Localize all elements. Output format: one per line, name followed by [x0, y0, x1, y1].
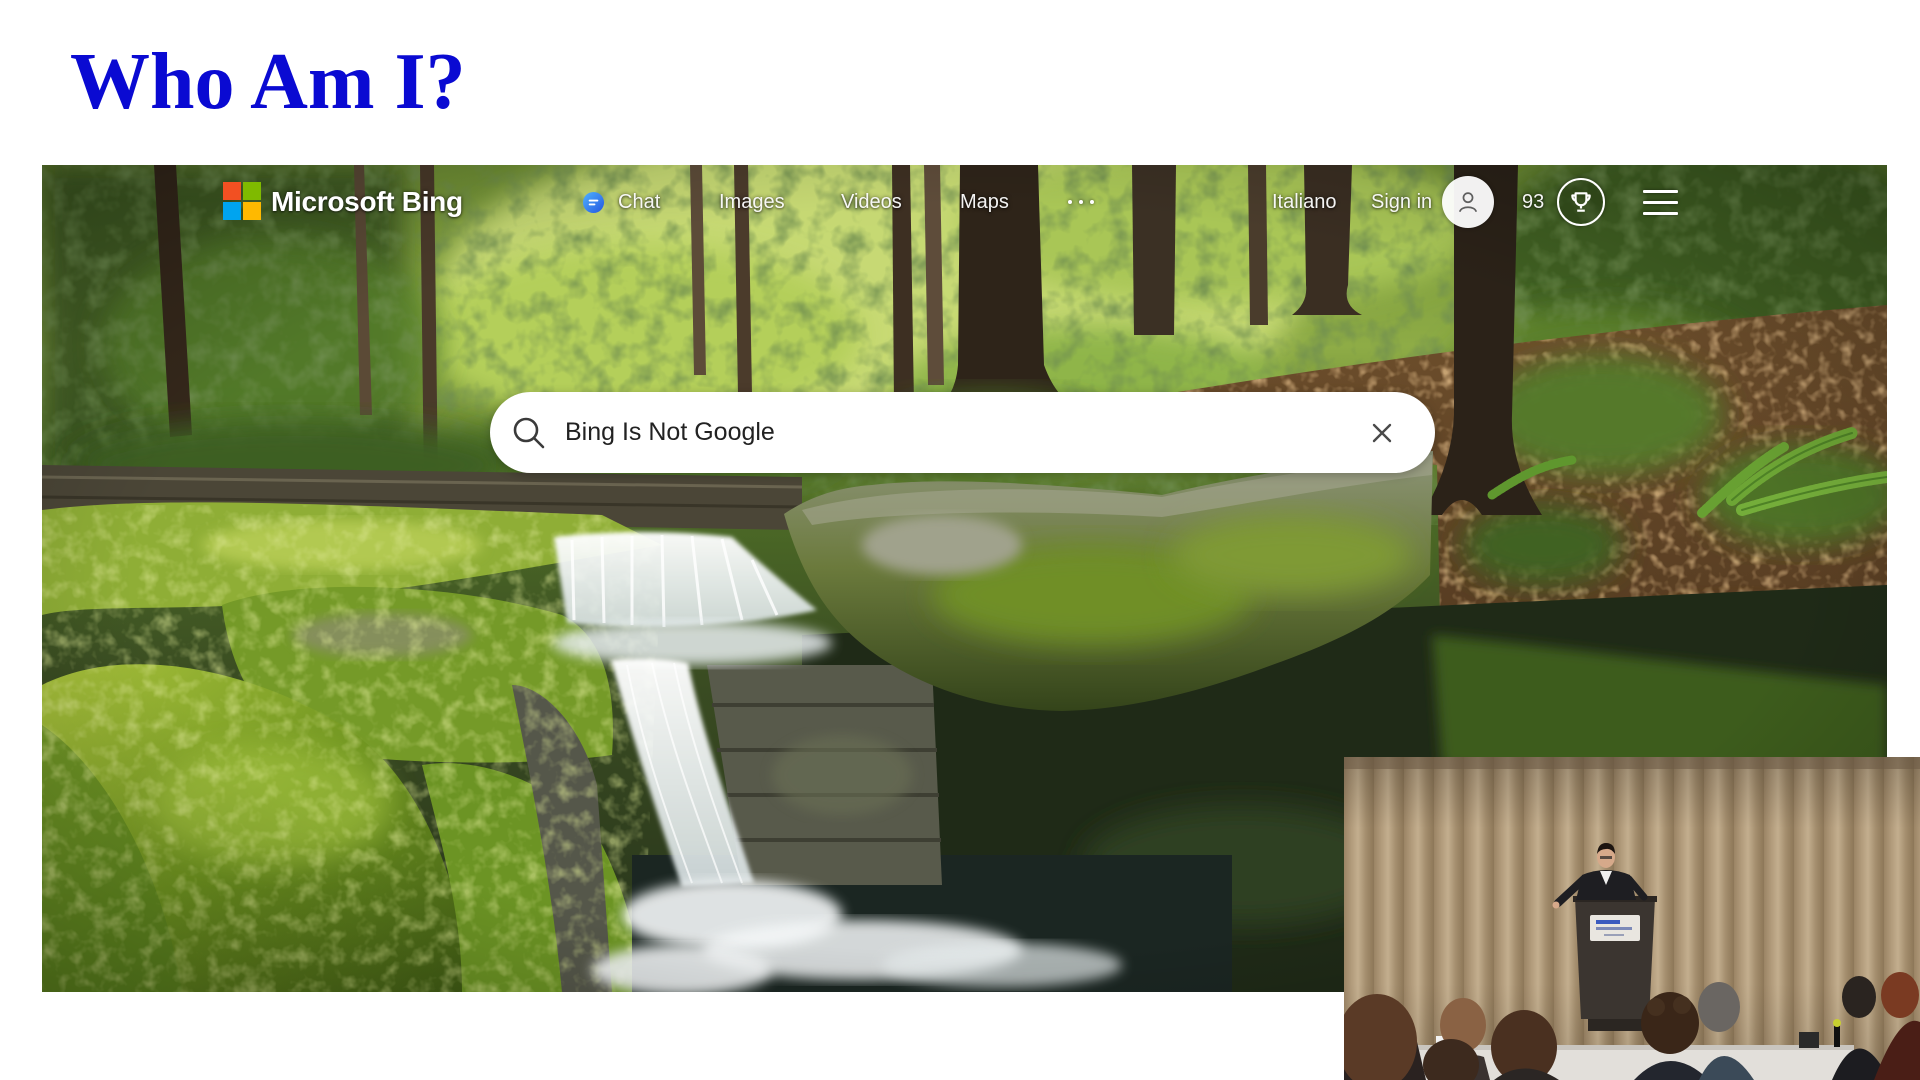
rewards-points[interactable]: 93 — [1522, 190, 1544, 214]
brand-name[interactable]: Microsoft Bing — [271, 185, 463, 219]
language-link[interactable]: Italiano — [1272, 190, 1337, 214]
user-icon[interactable] — [1442, 176, 1494, 228]
nav-chat[interactable]: Chat — [618, 190, 660, 214]
search-icon[interactable] — [510, 414, 548, 452]
logo-square-green — [243, 182, 261, 200]
nav-images[interactable]: Images — [719, 190, 785, 214]
speaker-video-inset — [1344, 757, 1920, 1080]
speaker-video-frame — [1344, 757, 1920, 1080]
microsoft-logo-icon[interactable] — [223, 182, 261, 220]
logo-square-red — [223, 182, 241, 200]
copilot-chat-icon[interactable] — [582, 191, 605, 214]
logo-square-yellow — [243, 202, 261, 220]
presentation-slide: Who Am I? Microsoft Bing Chat Images Vid… — [0, 0, 1920, 1080]
sign-in-link[interactable]: Sign in — [1371, 190, 1432, 214]
search-input[interactable]: Bing Is Not Google — [565, 392, 775, 473]
nav-videos[interactable]: Videos — [841, 190, 902, 214]
speaker — [1552, 843, 1648, 909]
logo-square-blue — [223, 202, 241, 220]
search-box[interactable]: Bing Is Not Google — [490, 392, 1435, 473]
more-dots-icon[interactable] — [1068, 200, 1098, 206]
slide-title: Who Am I? — [70, 38, 466, 126]
trophy-icon[interactable] — [1557, 178, 1605, 226]
close-icon[interactable] — [1370, 421, 1394, 445]
hamburger-menu-icon[interactable] — [1643, 190, 1678, 216]
nav-maps[interactable]: Maps — [960, 190, 1009, 214]
